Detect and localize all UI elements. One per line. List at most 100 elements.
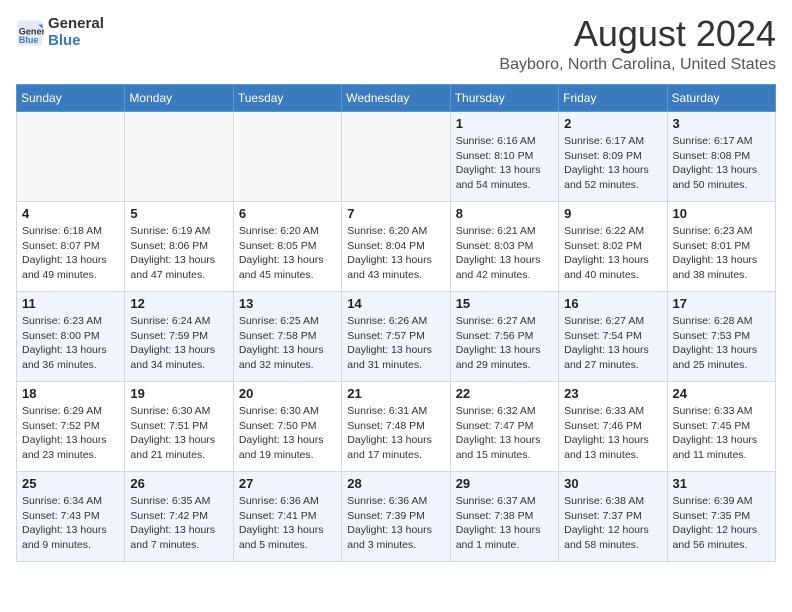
day-info: Sunrise: 6:22 AMSunset: 8:02 PMDaylight:… [564, 224, 661, 283]
day-number: 19 [130, 386, 227, 401]
svg-text:Blue: Blue [19, 34, 39, 44]
calendar-table: SundayMondayTuesdayWednesdayThursdayFrid… [16, 84, 776, 562]
calendar-cell-week3-day1: 11 Sunrise: 6:23 AMSunset: 8:00 PMDayligh… [17, 292, 125, 382]
day-number: 25 [22, 476, 119, 491]
calendar-cell-week5-day7: 31 Sunrise: 6:39 AMSunset: 7:35 PMDayligh… [667, 472, 775, 562]
calendar-body: 1 Sunrise: 6:16 AMSunset: 8:10 PMDaylight… [17, 112, 776, 562]
day-info: Sunrise: 6:17 AMSunset: 8:09 PMDaylight:… [564, 134, 661, 193]
day-number: 12 [130, 296, 227, 311]
day-number: 6 [239, 206, 336, 221]
day-number: 9 [564, 206, 661, 221]
calendar-cell-week5-day3: 27 Sunrise: 6:36 AMSunset: 7:41 PMDayligh… [233, 472, 341, 562]
calendar-cell-week4-day4: 21Sunrise: 6:31 AMSunset: 7:48 PMDayligh… [342, 382, 450, 472]
page-header: General Blue General Blue August 2024 Ba… [16, 16, 776, 74]
day-info: Sunrise: 6:23 AMSunset: 8:00 PMDaylight:… [22, 314, 119, 373]
weekday-header-sunday: Sunday [17, 85, 125, 112]
day-info: Sunrise: 6:32 AMSunset: 7:47 PMDaylight:… [456, 404, 553, 463]
day-info: Sunrise: 6:33 AMSunset: 7:46 PMDaylight:… [564, 404, 661, 463]
day-number: 4 [22, 206, 119, 221]
calendar-cell-week3-day2: 12 Sunrise: 6:24 AMSunset: 7:59 PMDayligh… [125, 292, 233, 382]
calendar-cell-week5-day1: 25 Sunrise: 6:34 AMSunset: 7:43 PMDayligh… [17, 472, 125, 562]
calendar-cell-week2-day3: 6 Sunrise: 6:20 AMSunset: 8:05 PMDaylight… [233, 202, 341, 292]
calendar-cell-week5-day2: 26 Sunrise: 6:35 AMSunset: 7:42 PMDayligh… [125, 472, 233, 562]
calendar-cell-week3-day5: 15 Sunrise: 6:27 AMSunset: 7:56 PMDayligh… [450, 292, 558, 382]
day-number: 26 [130, 476, 227, 491]
logo: General Blue General Blue [16, 16, 104, 49]
day-number: 7 [347, 206, 444, 221]
calendar-cell-week2-day2: 5 Sunrise: 6:19 AMSunset: 8:06 PMDaylight… [125, 202, 233, 292]
calendar-cell-week3-day7: 17Sunrise: 6:28 AMSunset: 7:53 PMDayligh… [667, 292, 775, 382]
calendar-cell-week1-day3 [233, 112, 341, 202]
day-info: Sunrise: 6:17 AMSunset: 8:08 PMDaylight:… [673, 134, 770, 193]
weekday-header-tuesday: Tuesday [233, 85, 341, 112]
day-info: Sunrise: 6:16 AMSunset: 8:10 PMDaylight:… [456, 134, 553, 193]
day-info: Sunrise: 6:36 AMSunset: 7:39 PMDaylight:… [347, 494, 444, 553]
day-info: Sunrise: 6:37 AMSunset: 7:38 PMDaylight:… [456, 494, 553, 553]
calendar-cell-week4-day5: 22 Sunrise: 6:32 AMSunset: 7:47 PMDayligh… [450, 382, 558, 472]
calendar-cell-week2-day5: 8 Sunrise: 6:21 AMSunset: 8:03 PMDaylight… [450, 202, 558, 292]
day-info: Sunrise: 6:36 AMSunset: 7:41 PMDaylight:… [239, 494, 336, 553]
logo-text-general: General [48, 16, 104, 33]
day-number: 23 [564, 386, 661, 401]
day-info: Sunrise: 6:21 AMSunset: 8:03 PMDaylight:… [456, 224, 553, 283]
day-info: Sunrise: 6:23 AMSunset: 8:01 PMDaylight:… [673, 224, 770, 283]
day-number: 13 [239, 296, 336, 311]
day-number: 1 [456, 116, 553, 131]
day-info: Sunrise: 6:26 AMSunset: 7:57 PMDaylight:… [347, 314, 444, 373]
day-number: 18 [22, 386, 119, 401]
day-number: 22 [456, 386, 553, 401]
calendar-week-row-2: 4 Sunrise: 6:18 AMSunset: 8:07 PMDaylight… [17, 202, 776, 292]
day-number: 11 [22, 296, 119, 311]
weekday-header-row: SundayMondayTuesdayWednesdayThursdayFrid… [17, 85, 776, 112]
day-number: 14 [347, 296, 444, 311]
day-info: Sunrise: 6:38 AMSunset: 7:37 PMDaylight:… [564, 494, 661, 553]
calendar-cell-week2-day6: 9 Sunrise: 6:22 AMSunset: 8:02 PMDaylight… [559, 202, 667, 292]
calendar-cell-week3-day6: 16Sunrise: 6:27 AMSunset: 7:54 PMDayligh… [559, 292, 667, 382]
weekday-header-monday: Monday [125, 85, 233, 112]
day-info: Sunrise: 6:30 AMSunset: 7:51 PMDaylight:… [130, 404, 227, 463]
calendar-cell-week2-day4: 7 Sunrise: 6:20 AMSunset: 8:04 PMDaylight… [342, 202, 450, 292]
day-info: Sunrise: 6:39 AMSunset: 7:35 PMDaylight:… [673, 494, 770, 553]
calendar-cell-week5-day5: 29Sunrise: 6:37 AMSunset: 7:38 PMDayligh… [450, 472, 558, 562]
day-info: Sunrise: 6:24 AMSunset: 7:59 PMDaylight:… [130, 314, 227, 373]
day-info: Sunrise: 6:18 AMSunset: 8:07 PMDaylight:… [22, 224, 119, 283]
day-number: 10 [673, 206, 770, 221]
day-info: Sunrise: 6:25 AMSunset: 7:58 PMDaylight:… [239, 314, 336, 373]
logo-text-blue: Blue [48, 33, 104, 50]
day-info: Sunrise: 6:27 AMSunset: 7:56 PMDaylight:… [456, 314, 553, 373]
day-number: 31 [673, 476, 770, 491]
day-number: 24 [673, 386, 770, 401]
weekday-header-thursday: Thursday [450, 85, 558, 112]
calendar-week-row-4: 18Sunrise: 6:29 AMSunset: 7:52 PMDayligh… [17, 382, 776, 472]
calendar-cell-week4-day3: 20Sunrise: 6:30 AMSunset: 7:50 PMDayligh… [233, 382, 341, 472]
day-info: Sunrise: 6:35 AMSunset: 7:42 PMDaylight:… [130, 494, 227, 553]
day-number: 15 [456, 296, 553, 311]
day-number: 30 [564, 476, 661, 491]
day-info: Sunrise: 6:19 AMSunset: 8:06 PMDaylight:… [130, 224, 227, 283]
calendar-header: SundayMondayTuesdayWednesdayThursdayFrid… [17, 85, 776, 112]
calendar-cell-week1-day6: 2Sunrise: 6:17 AMSunset: 8:09 PMDaylight… [559, 112, 667, 202]
weekday-header-wednesday: Wednesday [342, 85, 450, 112]
day-number: 28 [347, 476, 444, 491]
day-info: Sunrise: 6:33 AMSunset: 7:45 PMDaylight:… [673, 404, 770, 463]
day-number: 5 [130, 206, 227, 221]
calendar-cell-week1-day1 [17, 112, 125, 202]
day-info: Sunrise: 6:20 AMSunset: 8:05 PMDaylight:… [239, 224, 336, 283]
day-number: 16 [564, 296, 661, 311]
calendar-cell-week1-day4 [342, 112, 450, 202]
day-number: 17 [673, 296, 770, 311]
weekday-header-friday: Friday [559, 85, 667, 112]
logo-icon: General Blue [16, 19, 44, 47]
month-title: August 2024 [499, 16, 776, 52]
calendar-cell-week5-day4: 28 Sunrise: 6:36 AMSunset: 7:39 PMDayligh… [342, 472, 450, 562]
calendar-week-row-3: 11 Sunrise: 6:23 AMSunset: 8:00 PMDayligh… [17, 292, 776, 382]
day-info: Sunrise: 6:20 AMSunset: 8:04 PMDaylight:… [347, 224, 444, 283]
calendar-cell-week1-day5: 1 Sunrise: 6:16 AMSunset: 8:10 PMDaylight… [450, 112, 558, 202]
day-number: 27 [239, 476, 336, 491]
title-block: August 2024 Bayboro, North Carolina, Uni… [499, 16, 776, 74]
day-number: 21 [347, 386, 444, 401]
day-number: 8 [456, 206, 553, 221]
day-info: Sunrise: 6:34 AMSunset: 7:43 PMDaylight:… [22, 494, 119, 553]
calendar-cell-week3-day3: 13 Sunrise: 6:25 AMSunset: 7:58 PMDayligh… [233, 292, 341, 382]
calendar-cell-week5-day6: 30 Sunrise: 6:38 AMSunset: 7:37 PMDayligh… [559, 472, 667, 562]
